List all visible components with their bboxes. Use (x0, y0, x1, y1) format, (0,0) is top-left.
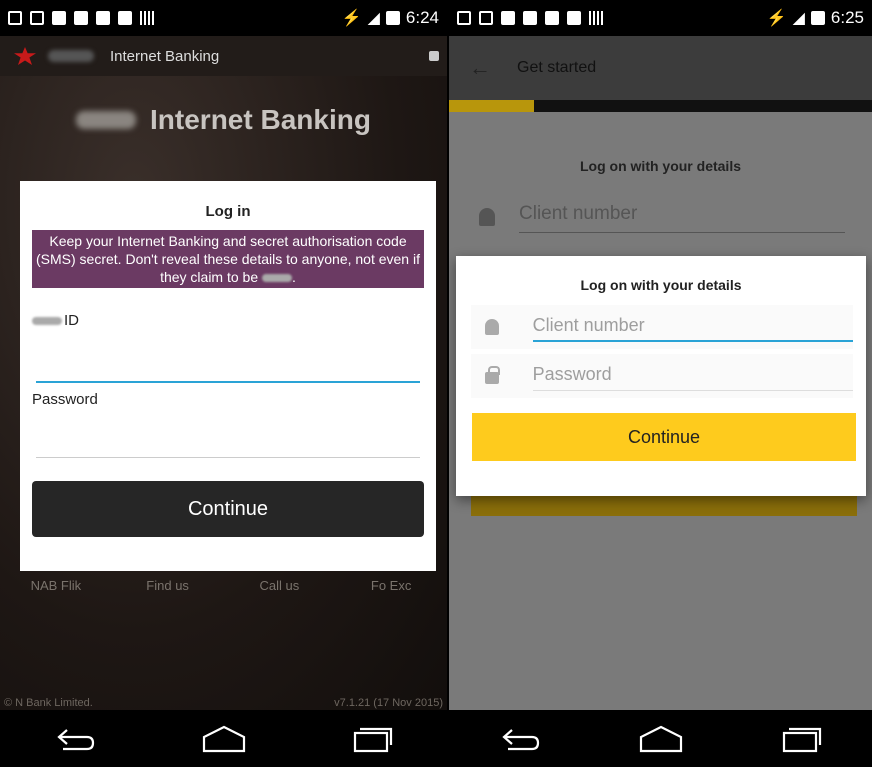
progress-bar (449, 100, 872, 112)
redacted-text (48, 50, 94, 62)
left-phone: ⚡ ◢ 6:24 Internet Banking Internet Banki… (0, 0, 447, 767)
battery-icon (810, 11, 825, 25)
dialog-title: Log on with your details (580, 277, 742, 293)
footer-bottom: © N Bank Limited. v7.1.21 (17 Nov 2015) (0, 697, 447, 709)
padlock-icon (479, 366, 505, 384)
security-warning: Keep your Internet Banking and secret au… (32, 230, 424, 288)
logon-dialog: Log on with your details Client number P… (456, 256, 866, 496)
redacted-text (32, 316, 62, 325)
footer-link[interactable]: Call us (224, 578, 336, 593)
barcode-icon (589, 11, 605, 25)
continue-button[interactable]: Continue (472, 413, 856, 461)
bank-logo-icon (14, 47, 36, 65)
person-icon (479, 319, 505, 335)
redacted-text (262, 274, 293, 282)
background-title: Log on with your details (580, 158, 741, 174)
password-input[interactable]: Password (532, 361, 853, 391)
signal-icon: ⚡ (766, 10, 787, 27)
password-input[interactable] (36, 456, 420, 458)
notification-icon (479, 11, 493, 25)
back-arrow-icon[interactable] (496, 724, 544, 754)
footer-link[interactable]: Find us (112, 578, 224, 593)
bag-icon (96, 11, 110, 25)
notification-icon (457, 11, 471, 25)
redacted-logo (76, 111, 137, 129)
recents-icon[interactable] (349, 724, 397, 754)
app-bar: ← Get started (449, 36, 872, 100)
barcode-icon (140, 11, 156, 25)
password-row: Password (471, 354, 853, 398)
bag-icon (501, 11, 515, 25)
lock-icon (429, 51, 439, 61)
background-client-field: Client number (519, 203, 845, 233)
bag-icon (74, 11, 88, 25)
id-label: ID (64, 312, 79, 329)
hero-title-text: Internet Banking (150, 104, 371, 135)
version-text: v7.1.21 (17 Nov 2015) (334, 697, 443, 709)
bag-icon (567, 11, 581, 25)
app-title: Get started (517, 59, 597, 76)
id-label-row: ID (32, 312, 424, 329)
bag-icon (523, 11, 537, 25)
home-icon[interactable] (637, 724, 685, 754)
continue-button[interactable]: Continue (32, 481, 424, 537)
footer-link[interactable]: Fo Exc (335, 578, 447, 593)
bag-icon (118, 11, 132, 25)
signal-icon: ⚡ (341, 10, 362, 27)
status-bar: ⚡ ◢ 6:24 (0, 0, 447, 36)
nav-bar (0, 710, 447, 767)
nav-bar (449, 710, 872, 767)
person-icon (479, 208, 495, 226)
back-arrow-icon[interactable]: ← (469, 55, 491, 81)
client-number-input[interactable]: Client number (532, 312, 853, 342)
password-label: Password (32, 391, 98, 408)
status-bar: ⚡ ◢ 6:25 (449, 0, 872, 36)
back-arrow-icon[interactable] (51, 724, 99, 754)
footer-link[interactable]: NAB Flik (0, 578, 112, 593)
footer-links: NAB Flik Find us Call us Fo Exc (0, 578, 447, 593)
app-bar: Internet Banking (0, 36, 447, 76)
notification-icon (8, 11, 22, 25)
progress-fill (449, 100, 534, 112)
bag-icon (545, 11, 559, 25)
hero-title: Internet Banking (0, 104, 447, 136)
login-dialog: Log in Keep your Internet Banking and se… (20, 181, 436, 571)
right-phone: ⚡ ◢ 6:25 ← Get started Log on with your … (449, 0, 872, 767)
wifi-icon: ◢ (792, 10, 805, 27)
recents-icon[interactable] (778, 724, 826, 754)
app-title: Internet Banking (110, 47, 220, 65)
id-input[interactable] (36, 381, 420, 383)
status-time: 6:25 (830, 8, 864, 27)
notification-icon (30, 11, 44, 25)
status-time: 6:24 (405, 8, 439, 27)
warning-text: Keep your Internet Banking and secret au… (36, 233, 420, 285)
copyright-text: © N Bank Limited. (4, 697, 93, 709)
home-icon[interactable] (200, 724, 248, 754)
bag-icon (52, 11, 66, 25)
dialog-title: Log in (205, 203, 251, 220)
wifi-icon: ◢ (367, 10, 380, 27)
client-number-row: Client number (471, 305, 853, 349)
battery-icon (385, 11, 400, 25)
